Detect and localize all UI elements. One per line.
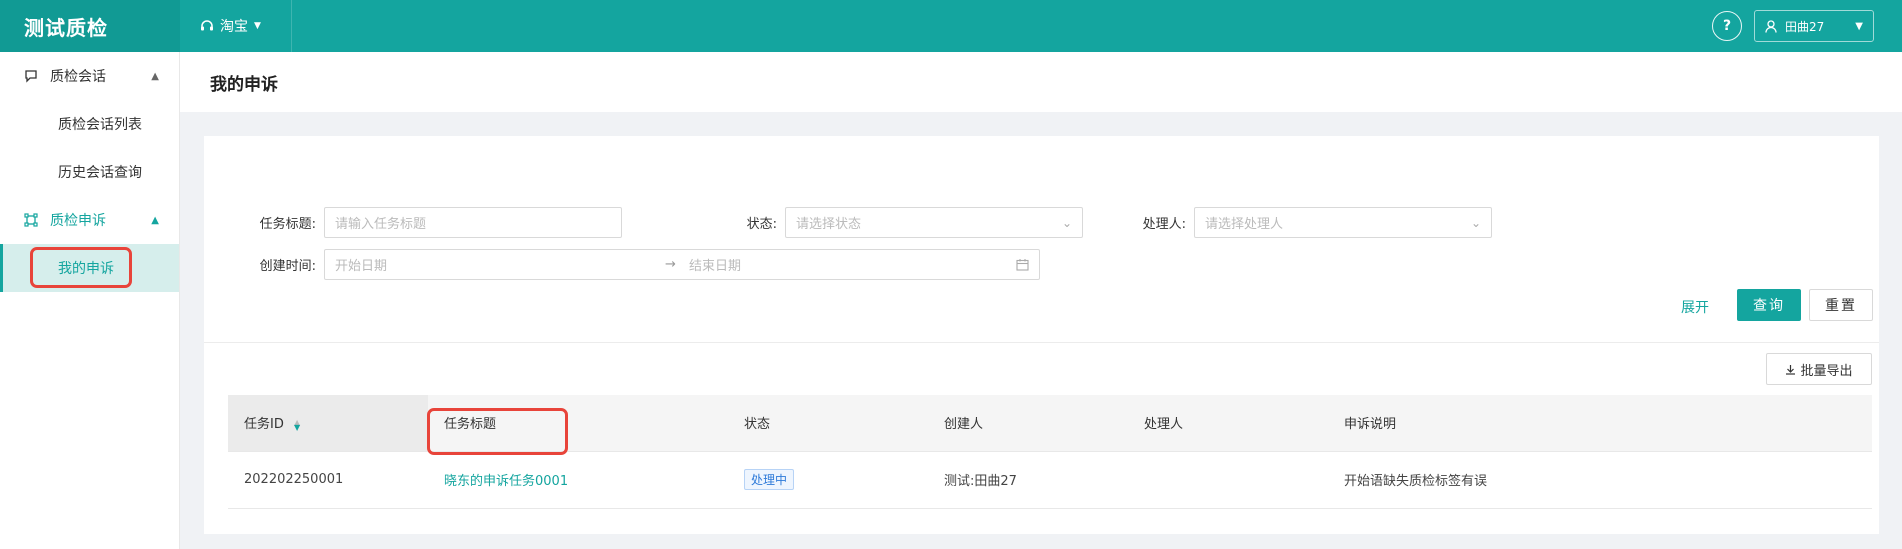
- chevron-up-icon: ▲: [151, 214, 159, 226]
- sidebar-group-sessions[interactable]: 质检会话 ▲: [0, 52, 179, 100]
- task-title-input[interactable]: 请输入任务标题: [324, 207, 622, 238]
- status-placeholder: 请选择状态: [796, 217, 862, 232]
- appeal-icon: [24, 213, 38, 227]
- cell-handler: [1128, 451, 1328, 509]
- date-range-picker[interactable]: 开始日期 → 结束日期: [324, 249, 1040, 280]
- task-title-label: 任务标题:: [259, 217, 316, 232]
- status-select[interactable]: 请选择状态 ⌄: [785, 207, 1083, 238]
- range-arrow-icon: →: [665, 257, 676, 272]
- chat-icon: [25, 70, 37, 83]
- download-icon: [1786, 364, 1796, 375]
- app-title: 测试质检: [0, 0, 180, 52]
- user-icon: [1765, 19, 1777, 33]
- user-name: 田曲27: [1785, 19, 1825, 34]
- sort-icon[interactable]: ▲ ▼: [294, 418, 300, 431]
- sidebar-group-label: 质检申诉: [50, 213, 106, 229]
- chevron-down-icon: ⌄: [1470, 215, 1481, 230]
- table-row: 202202250001 晓东的申诉任务0001 处理中 测试:田曲27 开始语…: [228, 451, 1872, 509]
- filter-row: 处理人: 请选择处理人 ⌄: [1116, 207, 1492, 238]
- column-header-note: 申诉说明: [1328, 395, 1872, 452]
- status-badge: 处理中: [744, 469, 795, 490]
- highlight-box: [30, 247, 132, 288]
- query-button[interactable]: 查询: [1737, 289, 1801, 321]
- content-card: 任务标题: 请输入任务标题 状态: 请选择状态 ⌄ 处理人: 请选择处理人 ⌄ …: [204, 136, 1879, 534]
- filter-row: 任务标题: 请输入任务标题: [204, 207, 622, 238]
- top-bar: 测试质检 淘宝 ▼ ? 田曲27 ▼: [0, 0, 1902, 52]
- cell-note: 开始语缺失质检标签有误: [1328, 451, 1872, 509]
- status-label: 状态:: [746, 217, 777, 232]
- cell-creator: 测试:田曲27: [928, 451, 1128, 509]
- user-menu[interactable]: 田曲27 ▼: [1754, 10, 1874, 42]
- column-header-task-id[interactable]: 任务ID ▲ ▼: [228, 395, 428, 452]
- task-title-link[interactable]: 晓东的申诉任务0001: [444, 474, 568, 489]
- export-button[interactable]: 批量导出: [1766, 353, 1872, 385]
- end-date-input[interactable]: 结束日期: [689, 255, 741, 274]
- handler-placeholder: 请选择处理人: [1205, 217, 1284, 232]
- reset-button[interactable]: 重置: [1809, 289, 1873, 321]
- column-header-status: 状态: [728, 395, 928, 452]
- filter-row: 状态: 请选择状态 ⌄: [719, 207, 1083, 238]
- sidebar-item-session-list[interactable]: 质检会话列表: [0, 100, 179, 148]
- shop-name: 淘宝: [220, 19, 248, 35]
- column-label: 任务ID: [244, 417, 284, 433]
- chevron-down-icon: ▼: [254, 21, 261, 31]
- expand-link[interactable]: 展开: [1681, 297, 1709, 317]
- sidebar-group-appeals[interactable]: 质检申诉 ▲: [0, 196, 179, 244]
- chevron-down-icon: ⌄: [1061, 215, 1072, 230]
- chevron-up-icon: ▲: [151, 70, 159, 82]
- handler-label: 处理人:: [1142, 217, 1186, 232]
- shop-switcher[interactable]: 淘宝 ▼: [180, 0, 292, 52]
- column-header-handler: 处理人: [1128, 395, 1328, 452]
- sidebar-item-history[interactable]: 历史会话查询: [0, 148, 179, 196]
- headset-icon: [201, 20, 213, 31]
- column-header-creator: 创建人: [928, 395, 1128, 452]
- export-label: 批量导出: [1800, 363, 1853, 379]
- chevron-down-icon: ▼: [1855, 20, 1863, 32]
- cell-task-id: 202202250001: [228, 451, 428, 509]
- handler-select[interactable]: 请选择处理人 ⌄: [1194, 207, 1492, 238]
- highlight-box: [427, 408, 568, 455]
- created-time-label: 创建时间:: [259, 259, 316, 274]
- question-icon[interactable]: ?: [1712, 11, 1742, 41]
- start-date-input[interactable]: 开始日期: [335, 255, 665, 274]
- page-title: 我的申诉: [180, 52, 1902, 112]
- sidebar-group-label: 质检会话: [50, 69, 106, 85]
- divider: [204, 342, 1879, 343]
- calendar-icon: [1016, 259, 1029, 271]
- main-content: 我的申诉 任务标题: 请输入任务标题 状态: 请选择状态 ⌄ 处理人: 请选择处…: [180, 52, 1902, 549]
- filter-row: 创建时间: 开始日期 → 结束日期: [204, 249, 1040, 280]
- sidebar: 质检会话 ▲ 质检会话列表 历史会话查询 质检申诉 ▲ 我的申诉: [0, 52, 180, 549]
